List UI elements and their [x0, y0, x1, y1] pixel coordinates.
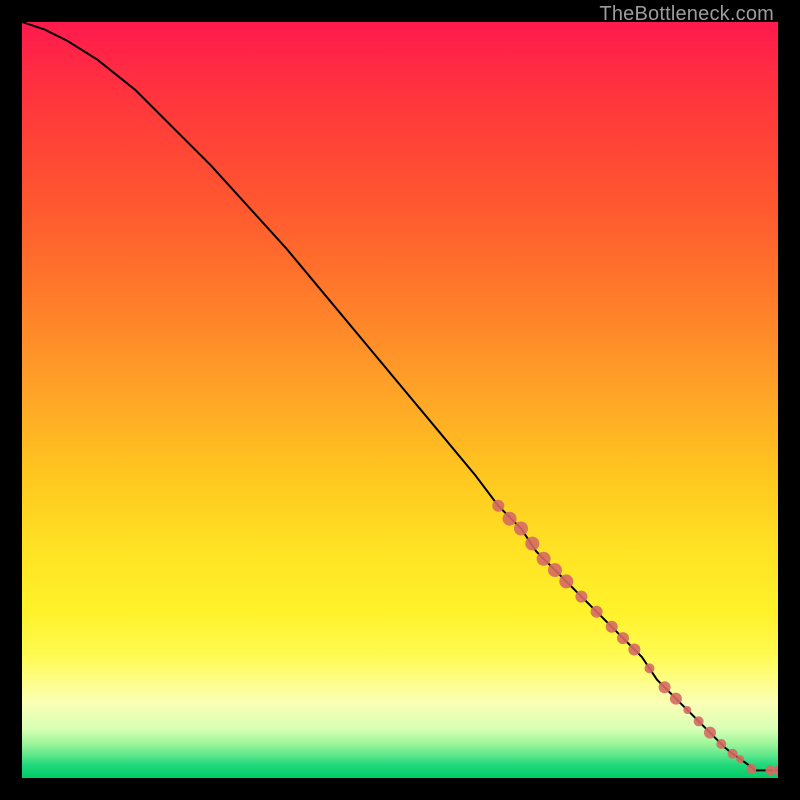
data-point — [728, 749, 738, 759]
data-point — [670, 693, 682, 705]
data-point — [559, 574, 573, 588]
data-point — [659, 681, 671, 693]
plot-area — [22, 22, 778, 778]
data-point — [548, 563, 562, 577]
data-point — [736, 755, 744, 763]
data-point — [591, 606, 603, 618]
data-point — [617, 632, 629, 644]
curve-line — [22, 22, 778, 770]
data-point — [694, 716, 704, 726]
data-point — [628, 644, 640, 656]
scatter-points — [492, 500, 778, 776]
data-point — [645, 663, 655, 673]
data-point — [492, 500, 504, 512]
data-point — [683, 706, 691, 714]
data-point — [525, 537, 539, 551]
data-point — [575, 591, 587, 603]
data-point — [747, 764, 757, 774]
chart-stage: TheBottleneck.com — [0, 0, 800, 800]
data-point — [503, 512, 517, 526]
data-point — [606, 621, 618, 633]
chart-svg — [22, 22, 778, 778]
data-point — [704, 727, 716, 739]
data-point — [716, 739, 726, 749]
data-point — [537, 552, 551, 566]
data-point — [514, 522, 528, 536]
